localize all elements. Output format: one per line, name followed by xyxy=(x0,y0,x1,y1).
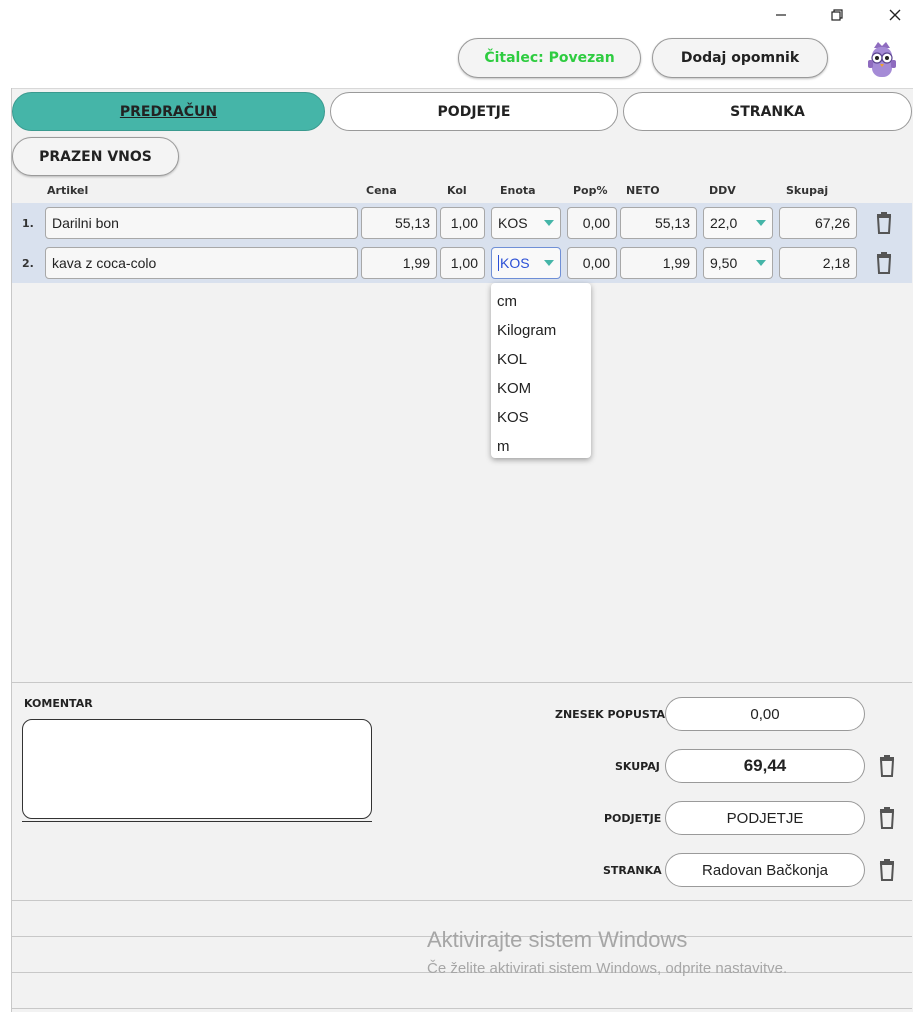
column-header-net: NETO xyxy=(626,184,660,197)
chevron-down-icon xyxy=(756,260,766,266)
unit-dropdown-list: cm Kilogram KOL KOM KOS m xyxy=(491,283,591,458)
dropdown-option[interactable]: m xyxy=(491,432,591,461)
qty-input[interactable]: 1,00 xyxy=(440,207,485,239)
owl-mascot-icon[interactable] xyxy=(862,38,902,80)
empty-entry-button[interactable]: PRAZEN VNOS xyxy=(12,137,179,176)
qty-input[interactable]: 1,00 xyxy=(440,247,485,279)
total-label: SKUPAJ xyxy=(615,760,660,773)
company-label: PODJETJE xyxy=(604,812,662,825)
tab-podjetje[interactable]: PODJETJE xyxy=(330,92,618,131)
delete-row-button[interactable] xyxy=(875,212,893,234)
column-header-article: Artikel xyxy=(47,184,89,197)
minimize-icon xyxy=(776,14,786,16)
discount-input[interactable]: 0,00 xyxy=(567,247,617,279)
vat-value: 9,50 xyxy=(710,255,738,271)
dropdown-option[interactable]: KOL xyxy=(491,345,591,374)
row-number: 2. xyxy=(22,257,34,270)
dropdown-option[interactable]: KOM xyxy=(491,374,591,403)
column-header-discount: Pop% xyxy=(573,184,608,197)
add-reminder-button[interactable]: Dodaj opomnik xyxy=(652,38,828,78)
chevron-down-icon xyxy=(544,260,554,266)
unit-select[interactable]: KOS xyxy=(491,247,561,279)
close-button[interactable] xyxy=(872,0,917,30)
trash-icon xyxy=(879,807,895,829)
customer-field[interactable]: Radovan Bačkonja xyxy=(665,853,865,887)
net-input[interactable]: 1,99 xyxy=(620,247,697,279)
left-edge xyxy=(0,88,12,1012)
activation-watermark-title: Aktivirajte sistem Windows xyxy=(427,927,688,952)
chevron-down-icon xyxy=(544,220,554,226)
footer-divider xyxy=(12,1008,912,1009)
clear-company-button[interactable] xyxy=(878,807,896,829)
vat-select[interactable]: 22,0 xyxy=(703,207,773,239)
unit-value: KOS xyxy=(498,215,528,231)
trash-icon xyxy=(876,212,892,234)
comment-textarea[interactable] xyxy=(22,719,372,819)
section-divider xyxy=(12,682,912,683)
discount-amount-label: ZNESEK POPUSTA xyxy=(555,708,665,721)
customer-label: STRANKA xyxy=(603,864,662,877)
total-field[interactable]: 69,44 xyxy=(665,749,865,783)
clear-customer-button[interactable] xyxy=(878,859,896,881)
unit-value: KOS xyxy=(498,255,530,271)
restore-button[interactable] xyxy=(814,0,860,30)
trash-icon xyxy=(876,252,892,274)
unit-select[interactable]: KOS xyxy=(491,207,561,239)
tab-predracun[interactable]: PREDRAČUN xyxy=(12,92,325,131)
dropdown-option[interactable]: Kilogram xyxy=(491,316,591,345)
price-input[interactable]: 1,99 xyxy=(361,247,437,279)
trash-icon xyxy=(879,859,895,881)
footer-divider xyxy=(12,900,912,901)
reader-status-button[interactable]: Čitalec: Povezan xyxy=(458,38,641,78)
comment-label: KOMENTAR xyxy=(24,697,93,710)
minimize-button[interactable] xyxy=(758,0,804,30)
clear-total-button[interactable] xyxy=(878,755,896,777)
total-input[interactable]: 2,18 xyxy=(779,247,857,279)
vat-select[interactable]: 9,50 xyxy=(703,247,773,279)
total-input[interactable]: 67,26 xyxy=(779,207,857,239)
tab-stranka[interactable]: STRANKA xyxy=(623,92,912,131)
row-number: 1. xyxy=(22,217,34,230)
net-input[interactable]: 55,13 xyxy=(620,207,697,239)
dropdown-option[interactable]: cm xyxy=(491,287,591,316)
comment-underline xyxy=(22,821,372,822)
vat-value: 22,0 xyxy=(710,215,738,231)
article-input[interactable]: Darilni bon xyxy=(45,207,358,239)
delete-row-button[interactable] xyxy=(875,252,893,274)
dropdown-option[interactable]: KOS xyxy=(491,403,591,432)
trash-icon xyxy=(879,755,895,777)
column-header-unit: Enota xyxy=(500,184,536,197)
activation-watermark-subtitle: Če želite aktivirati sistem Windows, odp… xyxy=(427,960,788,977)
discount-input[interactable]: 0,00 xyxy=(567,207,617,239)
restore-icon xyxy=(831,9,843,21)
column-header-qty: Kol xyxy=(447,184,467,197)
column-header-price: Cena xyxy=(366,184,397,197)
price-input[interactable]: 55,13 xyxy=(361,207,437,239)
chevron-down-icon xyxy=(756,220,766,226)
article-input[interactable]: kava z coca-colo xyxy=(45,247,358,279)
company-field[interactable]: PODJETJE xyxy=(665,801,865,835)
column-header-vat: DDV xyxy=(709,184,736,197)
discount-amount-field[interactable]: 0,00 xyxy=(665,697,865,731)
column-header-total: Skupaj xyxy=(786,184,829,197)
close-icon xyxy=(889,9,901,21)
